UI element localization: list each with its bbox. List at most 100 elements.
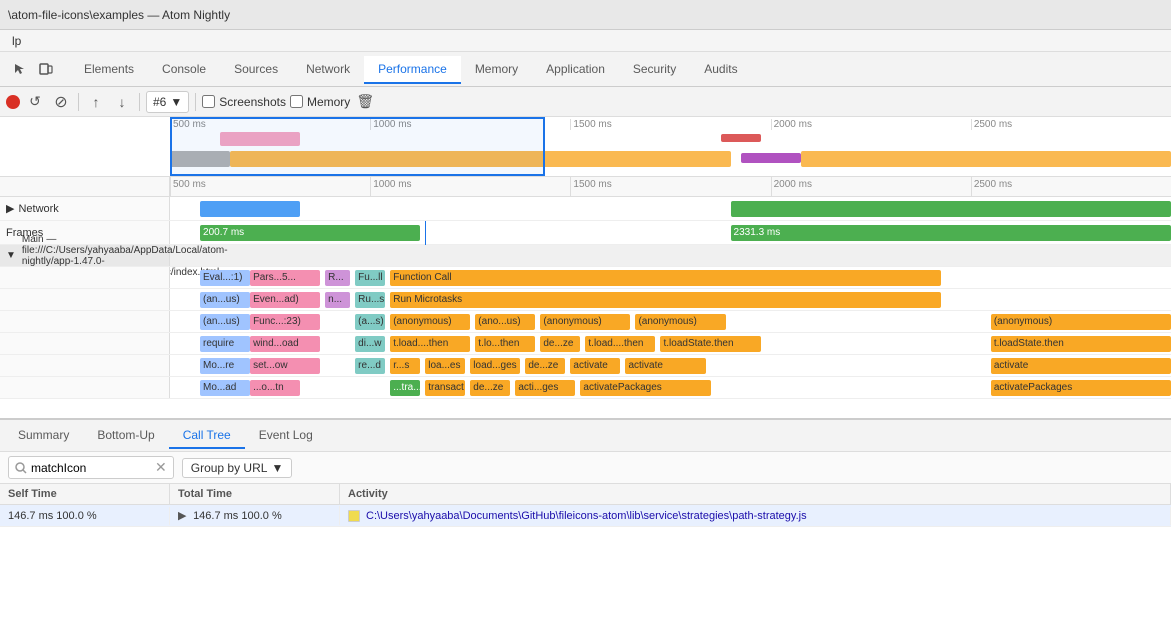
flame-eval[interactable]: Eval...:1) <box>200 270 250 286</box>
screenshots-checkbox[interactable] <box>202 95 215 108</box>
flame-even[interactable]: Even...ad) <box>250 292 320 308</box>
header-total-time[interactable]: Total Time <box>170 484 340 504</box>
flame-content-2[interactable]: (an...us) Even...ad) n... Ru...s Run Mic… <box>170 289 1171 311</box>
flame-label-3 <box>0 311 170 332</box>
flame-ru1[interactable]: Ru...s <box>355 292 385 308</box>
flame-rs[interactable]: r...s <box>390 358 420 374</box>
flame-row-6: Mo...ad ...o...tn ...tra... transact de.… <box>0 377 1171 399</box>
tab-call-tree[interactable]: Call Tree <box>169 423 245 449</box>
tab-performance[interactable]: Performance <box>364 56 461 84</box>
refresh-button[interactable]: ↺ <box>24 91 46 113</box>
flame-anon2[interactable]: (ano...us) <box>475 314 535 330</box>
flame-n1[interactable]: n... <box>325 292 350 308</box>
header-activity[interactable]: Activity <box>340 484 1171 504</box>
flame-content-1[interactable]: Eval...:1) Pars...5... R... Fu...ll Func… <box>170 267 1171 289</box>
flame-func23[interactable]: Func...:23) <box>250 314 320 330</box>
upload-button[interactable]: ↑ <box>85 91 107 113</box>
flame-as[interactable]: (a...s) <box>355 314 385 330</box>
tick-1000: 1000 ms <box>370 177 570 196</box>
flame-content-5[interactable]: Mo...re set...ow re...d r...s loa...es l… <box>170 355 1171 377</box>
flame-diw[interactable]: di...w <box>355 336 385 352</box>
tab-audits[interactable]: Audits <box>690 56 751 84</box>
main-timeline: 500 ms 1000 ms 1500 ms 2000 ms 2500 ms ▶… <box>0 177 1171 418</box>
stop-button[interactable]: ⊘ <box>50 91 72 113</box>
tab-elements[interactable]: Elements <box>70 56 148 84</box>
flame-tlo[interactable]: t.lo...then <box>475 336 535 352</box>
flame-activate3[interactable]: activate <box>991 358 1171 374</box>
flame-tload1[interactable]: t.load....then <box>390 336 470 352</box>
screenshots-toggle[interactable]: Screenshots <box>202 95 286 109</box>
download-button[interactable]: ↓ <box>111 91 133 113</box>
flame-anon1[interactable]: (anonymous) <box>390 314 470 330</box>
flame-anon4[interactable]: (anonymous) <box>635 314 725 330</box>
tab-console[interactable]: Console <box>148 56 220 84</box>
flame-tloadstate1[interactable]: t.loadState.then <box>660 336 760 352</box>
calltree-row[interactable]: 146.7 ms 100.0 % ▶ 146.7 ms 100.0 % C:\U… <box>0 505 1171 527</box>
flame-activate2[interactable]: activate <box>625 358 705 374</box>
flame-loaes[interactable]: loa...es <box>425 358 465 374</box>
record-button[interactable] <box>6 95 20 109</box>
flame-anon3[interactable]: (anonymous) <box>540 314 630 330</box>
flame-windload[interactable]: wind...oad <box>250 336 320 352</box>
flame-deze2[interactable]: de...ze <box>525 358 565 374</box>
search-clear-button[interactable]: ✕ <box>155 459 167 476</box>
flame-red[interactable]: re...d <box>355 358 385 374</box>
menu-help[interactable]: lp <box>4 32 29 50</box>
memory-toggle[interactable]: Memory <box>290 95 350 109</box>
flame-deze1[interactable]: de...ze <box>540 336 580 352</box>
expand-arrow[interactable]: ▶ <box>178 509 190 522</box>
group-by-selector[interactable]: Group by URL ▼ <box>182 458 293 478</box>
device-icon[interactable] <box>36 59 56 79</box>
flame-content-3[interactable]: (an...us) Func...:23) (a...s) (anonymous… <box>170 311 1171 333</box>
tab-sources[interactable]: Sources <box>220 56 292 84</box>
trash-button[interactable]: 🗑 <box>354 91 376 113</box>
overview-selection[interactable] <box>170 117 545 176</box>
flame-tra[interactable]: ...tra... <box>390 380 420 396</box>
flame-activatepkg[interactable]: activatePackages <box>580 380 710 396</box>
flame-loadges[interactable]: load...ges <box>470 358 520 374</box>
flame-microtasks[interactable]: Run Microtasks <box>390 292 941 308</box>
flame-moad[interactable]: Mo...ad <box>200 380 250 396</box>
tab-security[interactable]: Security <box>619 56 690 84</box>
tab-summary[interactable]: Summary <box>4 423 83 449</box>
main-arrow[interactable]: ▼ <box>6 250 16 261</box>
bottom-tabs: Summary Bottom-Up Call Tree Event Log <box>0 420 1171 452</box>
header-self-time[interactable]: Self Time <box>0 484 170 504</box>
bottom-panel: Summary Bottom-Up Call Tree Event Log ✕ … <box>0 418 1171 638</box>
flame-an2[interactable]: (an...us) <box>200 314 250 330</box>
flame-transact[interactable]: transact <box>425 380 465 396</box>
flame-content-4[interactable]: require wind...oad di...w t.load....then… <box>170 333 1171 355</box>
flame-activate1[interactable]: activate <box>570 358 620 374</box>
tab-network[interactable]: Network <box>292 56 364 84</box>
flame-set[interactable]: set...ow <box>250 358 320 374</box>
tab-bottom-up[interactable]: Bottom-Up <box>83 423 168 449</box>
separator-2 <box>139 93 140 111</box>
network-label: ▶ Network <box>0 197 170 220</box>
search-input[interactable] <box>31 461 151 475</box>
flame-tload2[interactable]: t.load....then <box>585 336 655 352</box>
overview-red-bar <box>721 134 761 142</box>
network-arrow[interactable]: ▶ <box>6 202 14 215</box>
flame-an1[interactable]: (an...us) <box>200 292 250 308</box>
devtools-panel: Elements Console Sources Network Perform… <box>0 52 1171 638</box>
cursor-icon[interactable] <box>10 59 30 79</box>
flame-content-6[interactable]: Mo...ad ...o...tn ...tra... transact de.… <box>170 377 1171 399</box>
flame-mo[interactable]: Mo...re <box>200 358 250 374</box>
search-icon <box>15 462 27 474</box>
flame-totn[interactable]: ...o...tn <box>250 380 300 396</box>
tab-application[interactable]: Application <box>532 56 619 84</box>
profile-selector[interactable]: #6 ▼ <box>146 91 189 113</box>
tab-event-log[interactable]: Event Log <box>245 423 327 449</box>
flame-pars[interactable]: Pars...5... <box>250 270 320 286</box>
memory-checkbox[interactable] <box>290 95 303 108</box>
tab-memory[interactable]: Memory <box>461 56 532 84</box>
flame-acticos[interactable]: acti...ges <box>515 380 575 396</box>
flame-functioncall[interactable]: Function Call <box>390 270 941 286</box>
flame-activatepkg2[interactable]: activatePackages <box>991 380 1171 396</box>
flame-r1[interactable]: R... <box>325 270 350 286</box>
flame-tloadstate2[interactable]: t.loadState.then <box>991 336 1171 352</box>
flame-require[interactable]: require <box>200 336 250 352</box>
flame-deze3[interactable]: de...ze <box>470 380 510 396</box>
flame-full[interactable]: Fu...ll <box>355 270 385 286</box>
flame-anon5[interactable]: (anonymous) <box>991 314 1171 330</box>
